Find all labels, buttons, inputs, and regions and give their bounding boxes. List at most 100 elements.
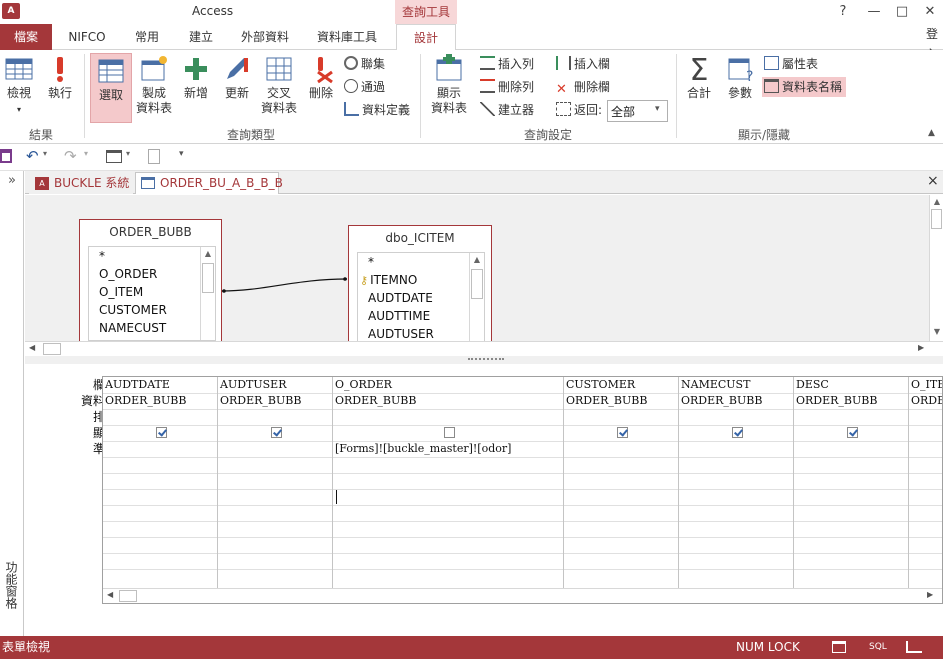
scroll-down-icon[interactable]: ▼ — [930, 325, 943, 339]
passthrough-button[interactable]: 通過 — [344, 77, 385, 97]
field-item[interactable]: * — [89, 247, 215, 265]
splitter-grip[interactable] — [468, 358, 504, 361]
scroll-right-icon[interactable]: ▶ — [927, 590, 933, 599]
grid-table-cell[interactable]: ORDER_BUBB — [564, 393, 678, 409]
builder-button[interactable]: 建立器 — [480, 100, 534, 120]
table-names-button[interactable]: 資料表名稱 — [762, 77, 847, 97]
grid-table-cell[interactable]: ORDER_BUBB — [333, 393, 563, 409]
grid-show-cell[interactable] — [794, 425, 908, 441]
field-item[interactable]: NAMECUST — [89, 319, 215, 337]
field-item[interactable]: AUDTTIME — [358, 307, 484, 325]
scroll-thumb[interactable] — [202, 263, 214, 293]
grid-field-cell[interactable]: CUSTOMER — [564, 377, 678, 393]
make-table-button[interactable]: 製成 資料表 — [134, 54, 174, 116]
update-button[interactable]: 更新 — [218, 54, 256, 101]
crosstab-button[interactable]: 交叉 資料表 — [258, 54, 300, 116]
insert-row-button[interactable]: 插入列 — [480, 54, 534, 74]
tab-external-data[interactable]: 外部資料 — [232, 24, 298, 50]
union-button[interactable]: 聯集 — [344, 54, 385, 74]
property-sheet-button[interactable]: 屬性表 — [764, 54, 818, 74]
scroll-right-icon[interactable]: ▶ — [918, 343, 924, 352]
return-dropdown[interactable]: 全部 ▾ — [607, 100, 668, 122]
field-list-order-bubb[interactable]: ORDER_BUBB * O_ORDER O_ITEM CUSTOMER NAM… — [79, 219, 222, 341]
customize-qat-icon[interactable]: ▾ — [179, 149, 184, 159]
field-list-scrollbar[interactable]: ▲ — [200, 247, 215, 340]
grid-criteria-cell[interactable]: [Forms]![buckle_master]![odor] — [333, 441, 563, 457]
field-list-scrollbar[interactable]: ▲ — [469, 253, 484, 341]
maximize-button[interactable]: □ — [891, 2, 913, 22]
grid-show-cell[interactable] — [564, 425, 678, 441]
grid-field-cell[interactable]: AUDTDATE — [103, 377, 217, 393]
data-definition-button[interactable]: 資料定義 — [344, 100, 410, 120]
pane-splitter[interactable] — [25, 356, 943, 364]
access-app-icon[interactable]: A — [2, 3, 20, 19]
grid-table-cell[interactable]: ORDE — [909, 393, 942, 409]
grid-table-cell[interactable]: ORDER_BUBB — [218, 393, 332, 409]
tab-nifco[interactable]: NIFCO — [60, 24, 114, 50]
grid-column[interactable]: AUDTUSER ORDER_BUBB — [218, 377, 333, 589]
show-table-button[interactable]: 顯示 資料表 — [426, 54, 472, 116]
nav-pane-label[interactable]: 功能窗格 — [3, 561, 20, 609]
grid-column[interactable]: O_ORDER ORDER_BUBB [Forms]![buckle_maste… — [333, 377, 564, 589]
scroll-thumb[interactable] — [471, 269, 483, 299]
grid-column[interactable]: AUDTDATE ORDER_BUBB — [103, 377, 218, 589]
grid-field-cell[interactable]: AUDTUSER — [218, 377, 332, 393]
scroll-left-icon[interactable]: ◀ — [107, 590, 113, 599]
field-list-dbo-icitem[interactable]: dbo_ICITEM * ⚷ ITEMNO AUDTDATE AUDTTIME A… — [348, 225, 492, 341]
parameters-button[interactable]: ? 參數 — [722, 54, 758, 101]
help-button[interactable]: ? — [832, 2, 854, 22]
table-name[interactable]: dbo_ICITEM — [349, 226, 491, 250]
show-checkbox[interactable] — [616, 427, 628, 438]
scroll-thumb[interactable] — [931, 209, 942, 229]
datasheet-icon[interactable] — [106, 150, 122, 163]
field-item[interactable]: O_ITEM — [89, 283, 215, 301]
show-checkbox[interactable] — [270, 427, 282, 438]
field-item[interactable]: AUDTDATE — [358, 289, 484, 307]
grid-field-cell[interactable]: DESC — [794, 377, 908, 393]
scroll-thumb[interactable] — [119, 590, 137, 602]
grid-field-cell[interactable]: O_ORDER — [333, 377, 563, 393]
diagram-horizontal-scrollbar[interactable]: ◀ ▶ — [25, 341, 943, 357]
grid-show-cell[interactable] — [103, 425, 217, 441]
print-preview-icon[interactable] — [148, 149, 160, 164]
grid-table-cell[interactable]: ORDER_BUBB — [794, 393, 908, 409]
delete-row-button[interactable]: 刪除列 — [480, 77, 534, 97]
datasheet-view-icon[interactable] — [832, 641, 846, 653]
scroll-up-icon[interactable]: ▲ — [470, 253, 484, 267]
chevron-down-icon[interactable]: ▾ — [43, 149, 47, 158]
tab-home[interactable]: 常用 — [124, 24, 170, 50]
select-query-button[interactable]: 選取 — [90, 53, 132, 123]
sign-in-link[interactable]: 登入 — [921, 24, 943, 61]
design-view-icon[interactable] — [906, 641, 922, 653]
field-item[interactable]: * — [358, 253, 484, 271]
doc-tab-buckle[interactable]: A BUCKLE 系統 — [29, 172, 133, 194]
table-name[interactable]: ORDER_BUBB — [80, 220, 221, 244]
insert-column-button[interactable]: 插入欄 — [556, 54, 610, 74]
tab-file[interactable]: 檔案 — [0, 24, 52, 50]
grid-column[interactable]: NAMECUST ORDER_BUBB — [679, 377, 794, 589]
doc-tab-query[interactable]: ORDER_BU_A_B_B_B — [135, 172, 283, 194]
scroll-up-icon[interactable]: ▲ — [201, 247, 215, 261]
field-item[interactable]: CUSTOMER — [89, 301, 215, 319]
sql-view-button[interactable]: SQL — [869, 636, 887, 659]
grid-column[interactable]: O_ITE ORDE — [909, 377, 942, 589]
show-checkbox[interactable] — [155, 427, 167, 438]
show-checkbox[interactable] — [846, 427, 858, 438]
grid-column[interactable]: DESC ORDER_BUBB — [794, 377, 909, 589]
collapse-ribbon-icon[interactable]: ▲ — [928, 128, 935, 138]
grid-field-cell[interactable]: O_ITE — [909, 377, 942, 393]
field-item[interactable]: O_ORDER — [89, 265, 215, 283]
minimize-button[interactable]: — — [863, 2, 885, 22]
grid-field-cell[interactable]: NAMECUST — [679, 377, 793, 393]
grid-table-cell[interactable]: ORDER_BUBB — [679, 393, 793, 409]
chevron-down-icon[interactable]: ▾ — [84, 149, 88, 158]
run-button[interactable]: 執行 — [44, 54, 76, 101]
tab-database-tools[interactable]: 資料庫工具 — [306, 24, 388, 50]
grid-table-cell[interactable]: ORDER_BUBB — [103, 393, 217, 409]
close-document-icon[interactable]: × — [927, 173, 939, 189]
save-icon[interactable] — [0, 149, 12, 163]
show-checkbox[interactable] — [443, 427, 455, 438]
delete-query-button[interactable]: 刪除 — [304, 54, 338, 101]
grid-horizontal-scrollbar[interactable]: ◀ ▶ — [103, 588, 942, 603]
delete-column-button[interactable]: ✕ 刪除欄 — [556, 77, 610, 97]
